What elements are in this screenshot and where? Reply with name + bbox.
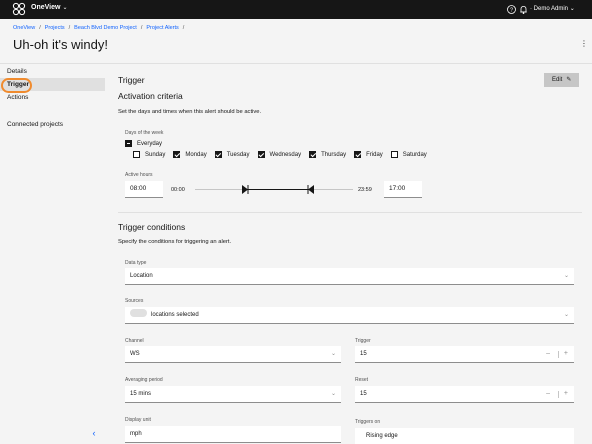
day-checkbox-tuesday[interactable]: Tuesday xyxy=(214,151,250,158)
days-checkbox-group: Sunday Monday Tuesday Wednesday Thursday… xyxy=(133,151,435,158)
trigger-value-label: Trigger xyxy=(355,338,371,344)
channel-label: Channel xyxy=(125,338,144,344)
end-time-input[interactable]: 17:00 xyxy=(384,181,422,198)
decrement-icon[interactable]: – xyxy=(546,346,550,362)
day-checkbox-monday[interactable]: Monday xyxy=(173,151,207,158)
chevron-down-icon: ⌄ xyxy=(330,351,336,357)
checkbox-indeterminate[interactable] xyxy=(125,140,132,147)
section-divider xyxy=(118,212,582,213)
day-checkbox-thursday[interactable]: Thursday xyxy=(309,151,346,158)
chevron-down-icon: ⌄ xyxy=(569,6,575,12)
reset-label: Reset xyxy=(355,377,369,383)
triggers-on-label: Triggers on xyxy=(355,419,381,425)
app-switcher[interactable]: OneView ⌄ xyxy=(31,4,67,11)
display-unit-select[interactable]: mph xyxy=(125,426,341,443)
increment-icon[interactable]: + xyxy=(564,346,568,362)
user-menu[interactable]: · Demo Admin ⌄ xyxy=(530,5,575,12)
sidebar-item-actions[interactable]: Actions xyxy=(0,91,105,104)
activation-criteria-title: Activation criteria xyxy=(118,91,183,101)
user-icon: · xyxy=(530,6,532,12)
app-name: OneView xyxy=(31,4,61,11)
sidebar: Details Trigger Actions Connected projec… xyxy=(0,64,105,444)
svg-text:?: ? xyxy=(510,8,513,14)
channel-select[interactable]: WS ⌄ xyxy=(125,346,341,363)
trigger-conditions-description: Specify the conditions for triggering an… xyxy=(118,239,232,245)
increment-icon[interactable]: + xyxy=(564,386,568,402)
everyday-checkbox[interactable]: Everyday xyxy=(125,140,162,147)
help-icon[interactable]: ? xyxy=(506,4,517,15)
sidebar-item-details[interactable]: Details xyxy=(0,65,105,78)
breadcrumb-link[interactable]: Project Alerts xyxy=(146,25,178,31)
start-time-input[interactable]: 08:00 xyxy=(125,181,163,198)
edit-button[interactable]: Edit ✎ xyxy=(544,73,579,87)
active-hours-slider-fill xyxy=(245,189,310,190)
display-unit-label: Display unit xyxy=(125,417,151,423)
page-title: Uh-oh it's windy! xyxy=(13,37,108,52)
chevron-down-icon: ⌄ xyxy=(62,5,68,11)
triggers-on-select[interactable]: Rising edge xyxy=(355,428,574,444)
day-checkbox-friday[interactable]: Friday xyxy=(354,151,383,158)
reset-number-input[interactable]: 15 – + xyxy=(355,386,574,403)
days-of-week-label: Days of the week xyxy=(125,130,164,136)
trigger-number-input[interactable]: 15 – + xyxy=(355,346,574,363)
sidebar-item-trigger[interactable]: Trigger xyxy=(0,78,105,91)
breadcrumb: OneView / Projects / Beach Blvd Demo Project… xyxy=(13,25,185,31)
overflow-menu-icon[interactable]: ⋮ xyxy=(580,39,588,49)
notification-bell-icon[interactable] xyxy=(518,4,529,15)
day-checkbox-wednesday[interactable]: Wednesday xyxy=(257,151,301,158)
slider-end-handle[interactable] xyxy=(307,185,315,194)
trigger-conditions-title: Trigger conditions xyxy=(118,222,186,232)
range-min-label: 00:00 xyxy=(171,187,185,193)
day-checkbox-sunday[interactable]: Sunday xyxy=(133,151,165,158)
app-logo-icon[interactable] xyxy=(12,2,26,16)
chevron-down-icon: ⌄ xyxy=(563,312,569,318)
chevron-down-icon: ⌄ xyxy=(330,391,336,397)
main-content: Trigger Edit ✎ Activation criteria Set th… xyxy=(105,64,592,444)
trigger-panel: Trigger Edit ✎ Activation criteria Set th… xyxy=(110,64,587,444)
averaging-period-select[interactable]: 15 mins ⌄ xyxy=(125,386,341,403)
collapse-sidebar-icon[interactable]: ‹ xyxy=(89,428,99,438)
breadcrumb-link[interactable]: OneView xyxy=(13,25,35,31)
averaging-period-label: Averaging period xyxy=(125,377,163,383)
pencil-icon: ✎ xyxy=(566,77,572,83)
data-type-label: Data type xyxy=(125,260,147,266)
sources-multiselect[interactable]: locations selected ⌄ xyxy=(125,307,574,324)
top-navigation-bar: OneView ⌄ ? · Demo Admin ⌄ xyxy=(0,0,592,19)
decrement-icon[interactable]: – xyxy=(546,386,550,402)
activation-criteria-description: Set the days and times when this alert s… xyxy=(118,109,262,115)
slider-start-handle[interactable] xyxy=(241,185,249,194)
sources-label: Sources xyxy=(125,298,144,304)
day-checkbox-saturday[interactable]: Saturday xyxy=(390,151,427,158)
selection-count-tag[interactable] xyxy=(130,309,147,318)
data-type-select[interactable]: Location ⌄ xyxy=(125,268,574,285)
section-title-trigger: Trigger xyxy=(118,75,145,85)
active-hours-label: Active hours xyxy=(125,172,153,178)
chevron-down-icon: ⌄ xyxy=(563,273,569,279)
breadcrumb-link[interactable]: Projects xyxy=(45,25,65,31)
range-max-label: 23:59 xyxy=(358,187,372,193)
breadcrumb-link[interactable]: Beach Blvd Demo Project xyxy=(74,25,137,31)
page-header: OneView / Projects / Beach Blvd Demo Project… xyxy=(0,19,592,64)
user-name: Demo Admin xyxy=(533,6,569,12)
sidebar-item-connected-projects[interactable]: Connected projects xyxy=(0,118,105,131)
